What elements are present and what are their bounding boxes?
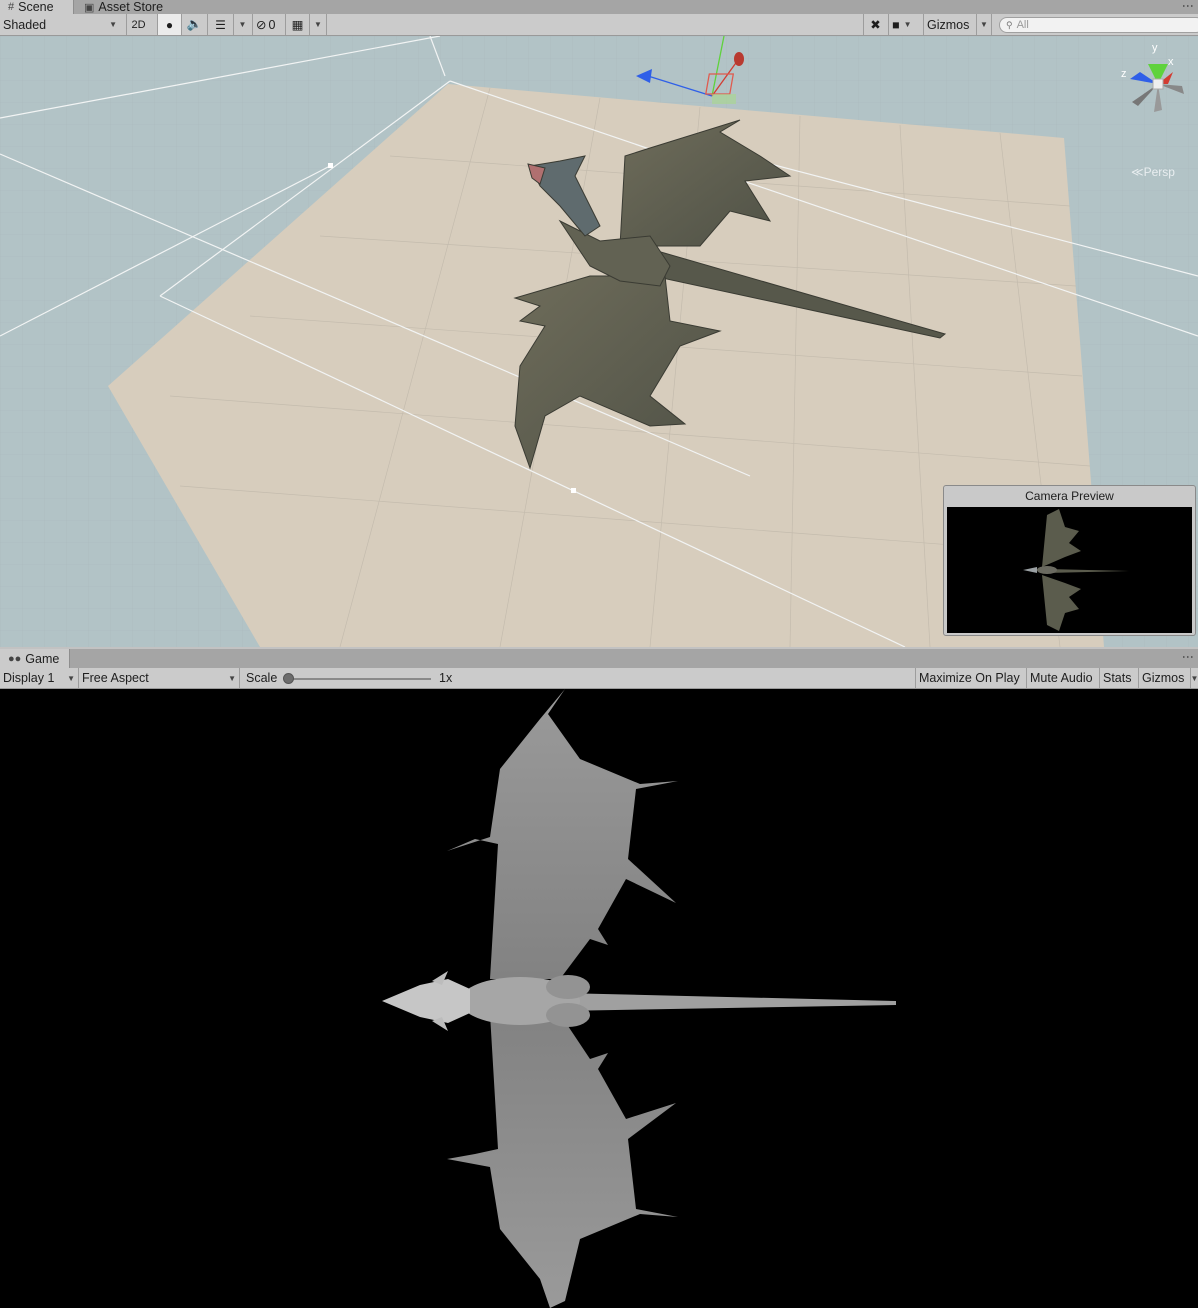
orientation-gizmo[interactable] — [1118, 44, 1190, 124]
chevron-down-icon: ▼ — [109, 20, 117, 29]
persp-arrow-icon: ≪ — [1131, 165, 1144, 179]
scene-viewport[interactable]: y x z ≪Persp Camera Preview — [0, 36, 1198, 647]
tab-scene-label: Scene — [18, 0, 54, 14]
layers-icon: ☰ — [215, 17, 226, 32]
shading-mode-dropdown[interactable]: Shaded ▼ — [0, 14, 120, 35]
game-kebab-menu-icon[interactable]: ⋮ — [1181, 651, 1195, 661]
game-gizmos-label: Gizmos — [1142, 671, 1185, 685]
maximize-label: Maximize On Play — [919, 671, 1020, 685]
camera-preview-title: Camera Preview — [1025, 489, 1114, 503]
gizmo-axis-z-label: z — [1121, 68, 1127, 80]
gizmos-button[interactable]: Gizmos — [923, 14, 976, 35]
chevron-down-icon: ▼ — [67, 673, 75, 683]
display-dropdown[interactable]: Display 1 ▼ — [0, 668, 78, 688]
search-placeholder: All — [1016, 19, 1029, 31]
toggle-2d-button[interactable]: 2D — [126, 14, 150, 35]
gizmos-label: Gizmos — [927, 17, 970, 32]
eye-slash-icon: ⊘ — [256, 18, 267, 32]
camera-preview-render — [1023, 509, 1129, 631]
tab-game-label: Game — [25, 651, 60, 666]
tools-button[interactable]: ✖ — [863, 14, 887, 35]
chevron-down-icon: ▼ — [314, 20, 322, 29]
game-viewport[interactable] — [0, 689, 1198, 1308]
scene-visibility-button[interactable]: ⊘ 0 — [252, 14, 284, 35]
tab-asset-store[interactable]: ▣ Asset Store — [76, 0, 176, 14]
grid-icon: ▦ — [291, 18, 304, 32]
camera-preview: Camera Preview — [943, 485, 1196, 636]
scale-slider-knob[interactable] — [283, 673, 294, 684]
gamepad-icon: ●● — [8, 652, 22, 665]
stats-button[interactable]: Stats — [1099, 668, 1138, 688]
scene-kebab-menu-icon[interactable]: ⋮ — [1181, 0, 1195, 10]
grid-toggle-button[interactable]: ▦ — [285, 14, 309, 35]
chevron-down-icon: ▼ — [238, 20, 247, 29]
scale-value: 1x — [439, 671, 453, 685]
camera-dropdown[interactable]: ■ ▼ — [888, 14, 922, 35]
scene-tab-strip: # Scene ▣ Asset Store ⋮ — [0, 0, 1198, 15]
audio-toggle-button[interactable]: 🔈 — [181, 14, 207, 35]
grid-dropdown[interactable]: ▼ — [309, 14, 327, 35]
scene-toolbar: Shaded ▼ 2D ● 🔈 ☰ ▼ ⊘ 0 ▦ ▼ ✖ ■ ▼ Gizmos… — [0, 14, 1198, 36]
maximize-on-play-button[interactable]: Maximize On Play — [915, 668, 1026, 688]
projection-toggle[interactable]: ≪Persp — [1131, 165, 1175, 179]
tab-game[interactable]: ●● Game — [0, 649, 70, 668]
gizmo-axis-y-label: y — [1152, 42, 1158, 54]
speaker-icon: 🔈 — [186, 17, 203, 31]
wrench-icon: ✖ — [870, 18, 881, 32]
chevron-down-icon: ▼ — [228, 673, 236, 683]
camera-preview-screen — [947, 507, 1192, 633]
game-gizmos-button[interactable]: Gizmos — [1138, 668, 1190, 688]
gizmo-axis-x-label: x — [1168, 56, 1174, 68]
mute-label: Mute Audio — [1030, 671, 1093, 685]
scale-label: Scale — [246, 671, 278, 685]
scene-search-input[interactable]: ⚲ All — [999, 17, 1198, 33]
lightbulb-icon: ● — [165, 17, 174, 32]
game-toolbar: Display 1 ▼ Free Aspect ▼ Scale 1x Maxim… — [0, 668, 1198, 689]
mute-audio-button[interactable]: Mute Audio — [1026, 668, 1099, 688]
aspect-label: Free Aspect — [82, 671, 149, 685]
tab-asset-store-label: Asset Store — [98, 0, 164, 14]
stats-label: Stats — [1103, 671, 1132, 685]
gizmos-dropdown[interactable]: ▼ — [976, 14, 992, 35]
hash-icon: # — [8, 1, 15, 13]
shading-mode-label: Shaded — [3, 17, 47, 32]
lighting-toggle-button[interactable]: ● — [157, 14, 181, 35]
effects-dropdown[interactable]: ▼ — [233, 14, 251, 35]
projection-label: Persp — [1143, 165, 1175, 179]
dragon-silhouette — [382, 689, 896, 1308]
scale-slider-track[interactable] — [288, 678, 431, 680]
bag-icon: ▣ — [84, 1, 95, 14]
chevron-down-icon: ▼ — [980, 20, 988, 29]
camera-icon: ■ — [892, 17, 900, 32]
chevron-down-icon: ▼ — [903, 20, 912, 29]
aspect-dropdown[interactable]: Free Aspect ▼ — [78, 668, 239, 688]
tab-scene[interactable]: # Scene — [0, 0, 74, 14]
search-icon: ⚲ — [1006, 19, 1013, 30]
hidden-count: 0 — [268, 17, 276, 32]
game-gizmos-dropdown[interactable]: ▼ — [1190, 668, 1198, 688]
chevron-down-icon: ▼ — [1190, 673, 1198, 683]
toggle-2d-label: 2D — [131, 18, 146, 31]
effects-toggle-button[interactable]: ☰ — [207, 14, 233, 35]
display-label: Display 1 — [3, 671, 55, 685]
scale-control: Scale 1x — [239, 668, 459, 688]
game-tab-strip: ●● Game ⋮ — [0, 649, 1198, 669]
game-render — [382, 689, 896, 1308]
